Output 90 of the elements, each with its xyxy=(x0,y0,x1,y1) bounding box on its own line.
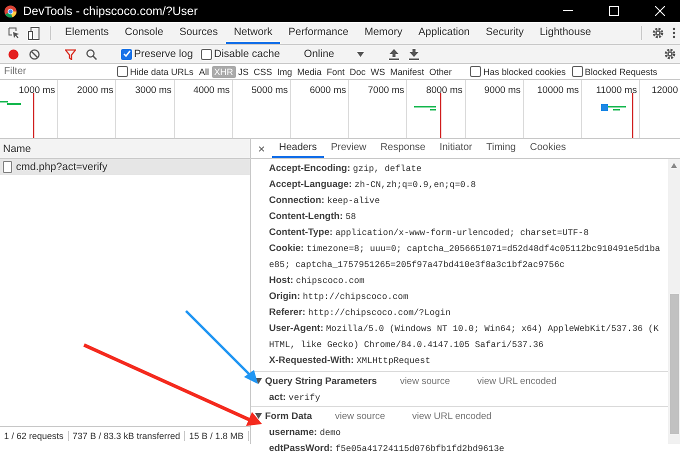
param-line: act: verify xyxy=(268,391,322,405)
timeline-tick-label: 3000 ms xyxy=(116,80,175,138)
caret-icon[interactable] xyxy=(255,413,262,419)
type-filter-button[interactable]: Other xyxy=(426,66,454,78)
device-icon[interactable] xyxy=(28,26,40,40)
view-link[interactable]: view URL encoded xyxy=(412,410,492,422)
type-filter-button[interactable]: CSS xyxy=(251,66,275,78)
throttling-dropdown[interactable]: Online xyxy=(300,48,368,60)
checkbox[interactable] xyxy=(117,66,128,77)
panel-tab[interactable]: Performance xyxy=(280,22,356,44)
type-filter-button[interactable]: Manifest xyxy=(388,66,427,78)
panel-tab[interactable]: Lighthouse xyxy=(532,22,600,44)
panel-tab[interactable]: Application xyxy=(410,22,478,44)
timeline-tick-label: 4000 ms xyxy=(174,80,233,138)
caret-icon[interactable] xyxy=(356,52,364,56)
detail-tab[interactable]: Initiator xyxy=(432,139,480,158)
panel-tab[interactable]: Memory xyxy=(356,22,410,44)
timeline-tick-label: 6000 ms xyxy=(290,80,350,138)
header-line: Referer: http://chipscoco.com/?Login xyxy=(269,306,452,320)
timeline-tick-label: 2000 ms xyxy=(58,80,116,138)
timeline-tick-label: 10000 ms xyxy=(524,80,582,138)
header-line: X-Requested-With: XMLHttpRequest xyxy=(269,354,432,368)
clear-icon[interactable] xyxy=(29,48,40,60)
more-options-icon[interactable] xyxy=(672,27,676,39)
timeline-tick-label: 7000 ms xyxy=(349,80,408,138)
upload-icon[interactable] xyxy=(388,48,399,60)
section-title: Form Data xyxy=(265,410,312,422)
header-line: Content-Type: application/x-www-form-urlencoded; charset=UTF-8 xyxy=(269,226,590,240)
timeline-tick-label: 5000 ms xyxy=(232,80,291,138)
type-filter-button[interactable]: WS xyxy=(368,66,388,78)
status-text: 737 B / 83.3 kB transferred xyxy=(68,430,186,440)
checkbox[interactable] xyxy=(470,66,482,77)
settings-icon[interactable] xyxy=(652,27,664,39)
scrollbar[interactable] xyxy=(668,159,680,444)
search-icon[interactable] xyxy=(86,48,97,60)
param-line: username: demo xyxy=(268,426,342,440)
header-line: User-Agent: Mozilla/5.0 (Windows NT 10.0; Win64; x64) AppleWebKit/537.36 (KHTML, like Gecko) Chrome/84.0.4147.105 Safari/537.36 xyxy=(269,322,660,352)
inspect-icon[interactable] xyxy=(8,27,20,39)
settings-icon[interactable] xyxy=(664,48,676,60)
type-filter-button[interactable]: Font xyxy=(324,66,348,78)
type-filter-button[interactable]: Media xyxy=(294,66,324,78)
panel-tab[interactable]: Console xyxy=(116,22,172,44)
param-line: edtPassWord: f5e05a41724115d076bfb1fd2bd9613e xyxy=(268,442,506,456)
header-line: Host: chipscoco.com xyxy=(269,274,366,288)
scroll-up-icon[interactable] xyxy=(671,163,677,168)
minimize-icon[interactable] xyxy=(563,10,573,12)
close-button[interactable]: × xyxy=(251,139,272,158)
timeline-tick-label: 12000 xyxy=(650,84,679,98)
close-icon[interactable] xyxy=(655,6,665,16)
panel-tab[interactable]: Security xyxy=(478,22,532,44)
view-link[interactable]: view source xyxy=(400,376,450,386)
download-icon[interactable] xyxy=(408,48,419,60)
detail-tab[interactable]: Preview xyxy=(324,139,374,158)
section-title: Query String Parameters xyxy=(265,376,377,386)
checkbox-label: Disable cache xyxy=(214,48,280,60)
status-text: 1 / 62 requests xyxy=(0,430,69,440)
type-filter-button[interactable]: JS xyxy=(236,66,252,78)
filter-icon[interactable] xyxy=(65,48,76,60)
header-line: Connection: keep-alive xyxy=(269,194,381,208)
type-filter-button[interactable]: All xyxy=(196,66,212,78)
detail-tab[interactable]: Headers xyxy=(272,139,324,158)
checkbox-label: Preserve log xyxy=(134,48,193,60)
checkbox[interactable] xyxy=(121,48,132,60)
status-text: 15 B / 1.8 MB xyxy=(185,430,249,440)
detail-tab[interactable]: Response xyxy=(373,139,432,158)
panel-tab[interactable]: Sources xyxy=(171,22,226,44)
checkbox-label: Blocked Requests xyxy=(584,66,658,76)
header-line: Origin: http://chipscoco.com xyxy=(269,290,410,304)
panel-tab[interactable]: Elements xyxy=(57,22,117,44)
checkbox-label: Hide data URLs xyxy=(130,66,194,76)
record-icon[interactable] xyxy=(8,48,19,60)
checkbox[interactable] xyxy=(572,66,583,77)
checkbox-label: Has blocked cookies xyxy=(483,66,566,76)
maximize-icon[interactable] xyxy=(609,6,619,16)
detail-tab[interactable]: Cookies xyxy=(522,139,574,158)
detail-tab[interactable]: Timing xyxy=(479,139,523,158)
view-link[interactable]: view URL encoded xyxy=(477,376,556,386)
request-row[interactable]: cmd.php?act=verify xyxy=(0,159,250,175)
window-title: DevTools - chipscoco.com/?User xyxy=(23,4,199,18)
timeline-tick-label: 9000 ms xyxy=(466,80,524,138)
column-header: Name xyxy=(3,142,32,154)
header-line: Accept-Language: zh-CN,zh;q=0.9,en;q=0.8 xyxy=(269,178,477,192)
checkbox[interactable] xyxy=(200,48,212,60)
document-icon xyxy=(3,161,12,173)
type-filter-button[interactable]: Doc xyxy=(347,66,368,78)
browser-logo-icon xyxy=(4,4,17,18)
type-filter-button[interactable]: Img xyxy=(274,66,295,78)
view-link[interactable]: view source xyxy=(334,410,386,422)
header-line: Content-Length: 58 xyxy=(269,210,358,224)
header-line: Accept-Encoding: gzip, deflate xyxy=(269,162,423,176)
